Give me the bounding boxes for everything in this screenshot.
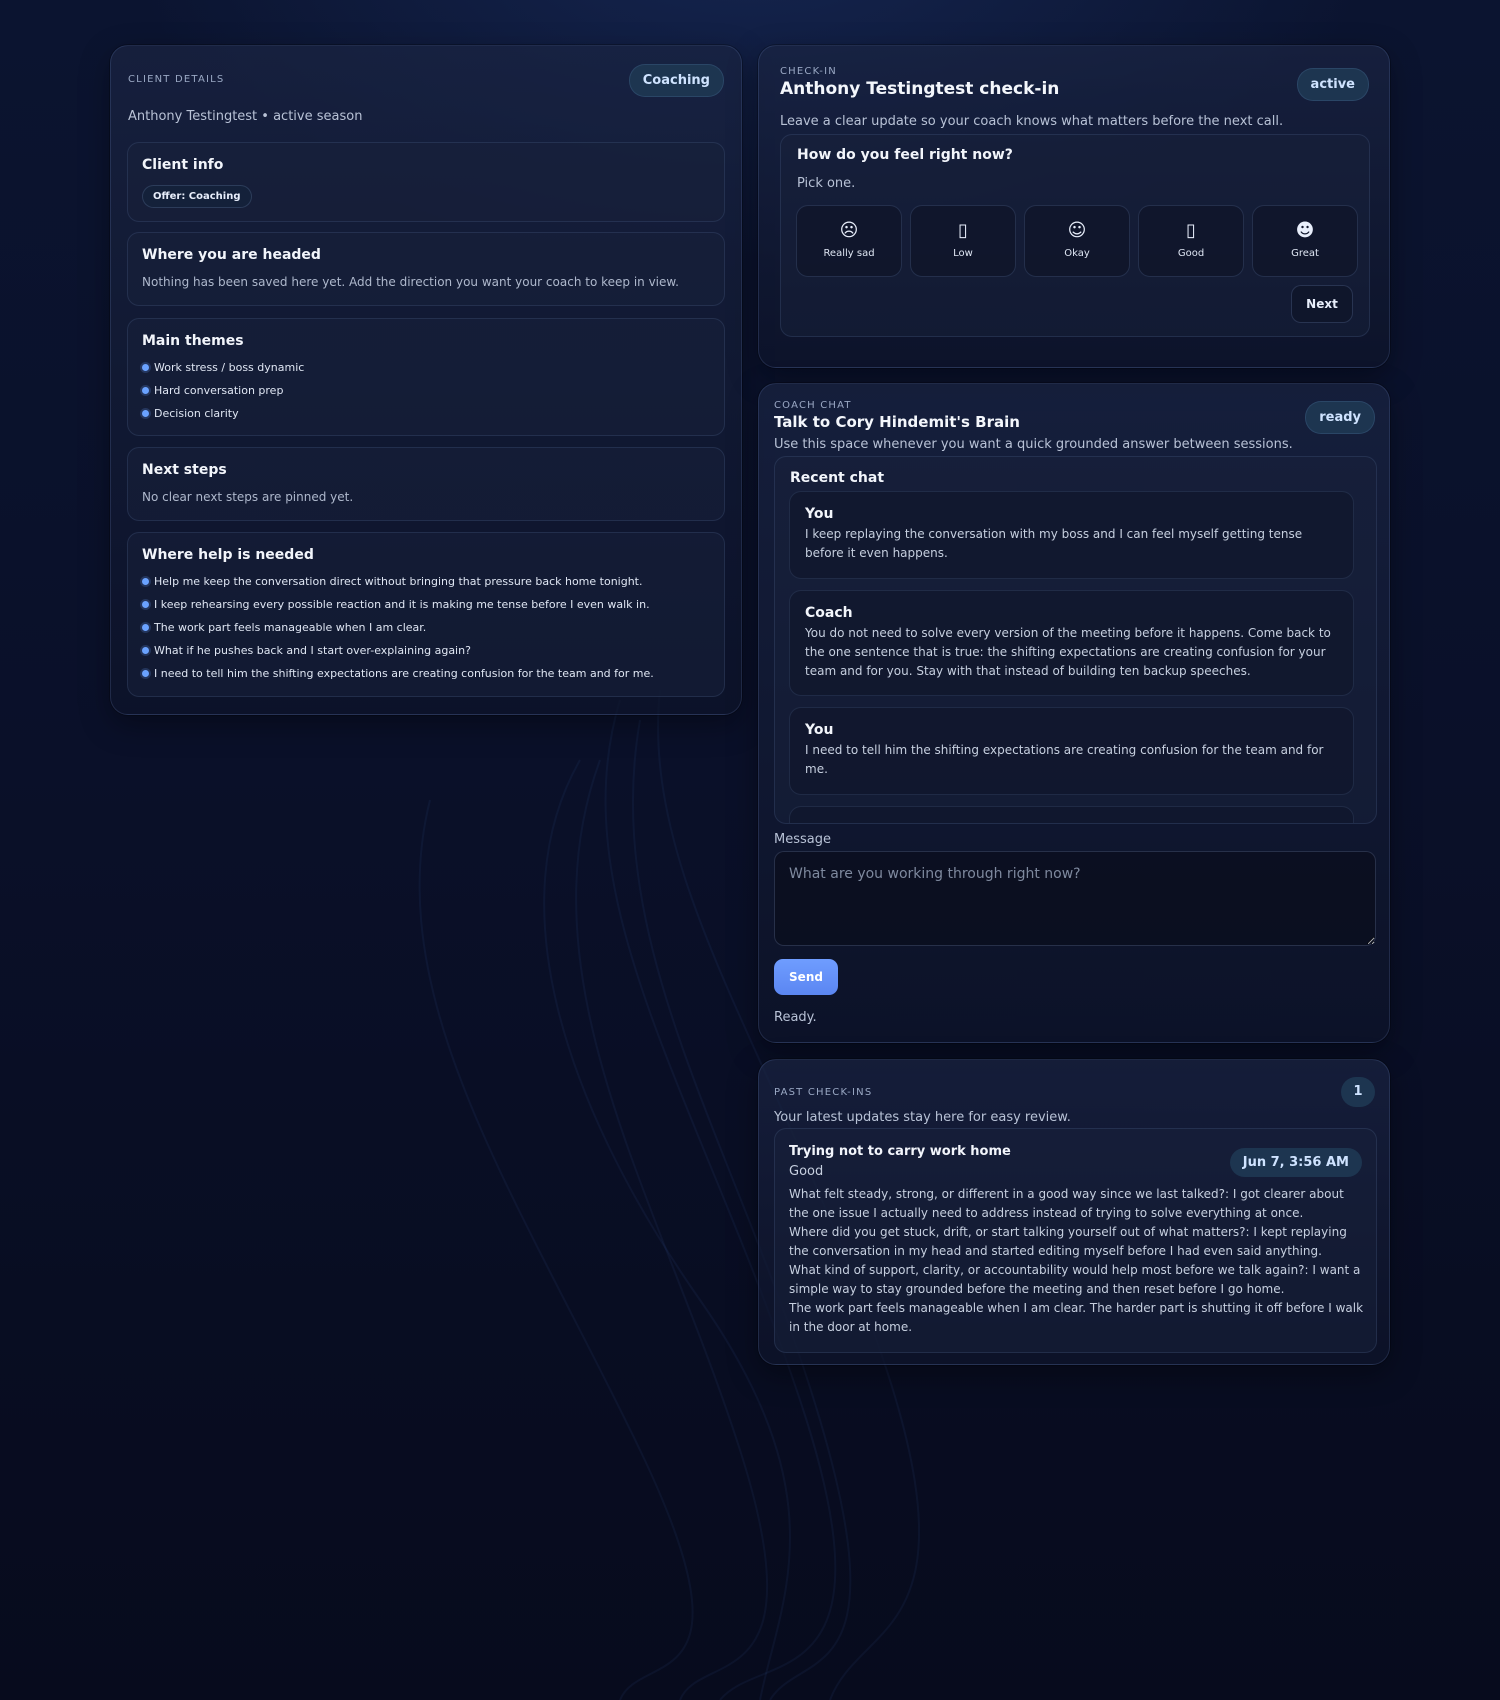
past-checkin-date-badge: Jun 7, 3:56 AM [1229, 1148, 1362, 1177]
mood-options: ☹ Really sad ▯ Low ☺ Okay ▯ Good ☻ Great [796, 205, 1358, 277]
chat-status-text: Ready. [774, 1010, 817, 1025]
theme-item: Hard conversation prep [142, 379, 710, 402]
send-button[interactable]: Send [774, 959, 838, 995]
great-face-icon: ☻ [1295, 220, 1315, 241]
offer-chip: Offer: Coaching [142, 185, 252, 208]
past-checkin-entry[interactable]: Trying not to carry work home Good Jun 7… [774, 1128, 1377, 1353]
message-text: I need to tell him the shifting expectat… [805, 743, 1324, 776]
program-badge: Coaching [628, 64, 724, 97]
message-author: Coach [805, 605, 853, 621]
headed-text: Nothing has been saved here yet. Add the… [142, 275, 679, 289]
help-item: I keep rehearsing every possible reactio… [142, 593, 710, 616]
client-details-eyebrow: CLIENT DETAILS [128, 74, 225, 85]
help-item: What if he pushes back and I start over-… [142, 639, 710, 662]
client-details-panel: CLIENT DETAILS Coaching Anthony Testingt… [110, 45, 742, 715]
message-label: Message [774, 832, 831, 847]
client-info-card: Client info Offer: Coaching [127, 142, 725, 222]
help-needed-list: Help me keep the conversation direct wit… [142, 570, 710, 685]
message-author: You [805, 506, 834, 522]
main-themes-list: Work stress / boss dynamic Hard conversa… [142, 356, 710, 425]
mood-question-card: How do you feel right now? Pick one. ☹ R… [780, 134, 1370, 337]
help-needed-title: Where help is needed [142, 547, 314, 563]
main-themes-card: Main themes Work stress / boss dynamic H… [127, 318, 725, 436]
mood-label: Good [1177, 248, 1205, 259]
recent-chat-title: Recent chat [790, 470, 885, 486]
coach-chat-title: Talk to Cory Hindemit's Brain [774, 413, 1020, 431]
okay-face-icon: ☺ [1067, 220, 1087, 241]
chat-message-user: You I need to tell him the shifting expe… [789, 707, 1354, 795]
good-face-icon: ▯ [1186, 220, 1196, 241]
client-subtitle: Anthony Testingtest • active season [128, 109, 363, 124]
message-text: You do not need to solve every version o… [805, 626, 1331, 678]
recent-chat-card[interactable]: Recent chat You I keep replaying the con… [774, 456, 1377, 824]
mood-label: Great [1291, 248, 1319, 259]
main-themes-title: Main themes [142, 333, 244, 349]
headed-title: Where you are headed [142, 247, 321, 263]
checkin-title: Anthony Testingtest check-in [780, 79, 1060, 99]
mood-label: Really sad [823, 248, 875, 259]
past-checkin-answer: What kind of support, clarity, or accoun… [789, 1263, 1361, 1296]
past-checkins-eyebrow: PAST CHECK-INS [774, 1087, 873, 1098]
past-checkin-answer: Where did you get stuck, drift, or start… [789, 1225, 1347, 1258]
past-checkin-answer: The work part feels manageable when I am… [789, 1301, 1364, 1334]
really-sad-face-icon: ☹ [839, 220, 859, 241]
chat-message-partial [789, 806, 1354, 823]
next-button[interactable]: Next [1291, 285, 1353, 323]
past-checkin-answer: What felt steady, strong, or different i… [789, 1187, 1344, 1220]
checkin-panel: CHECK-IN Anthony Testingtest check-in ac… [758, 45, 1390, 368]
next-steps-card: Next steps No clear next steps are pinne… [127, 447, 725, 521]
mood-hint: Pick one. [797, 176, 856, 191]
chat-message-coach: Coach You do not need to solve every ver… [789, 590, 1354, 696]
coach-chat-description: Use this space whenever you want a quick… [774, 437, 1293, 452]
low-face-icon: ▯ [958, 220, 968, 241]
help-item: The work part feels manageable when I am… [142, 616, 710, 639]
checkin-description: Leave a clear update so your coach knows… [780, 114, 1284, 129]
help-item: Help me keep the conversation direct wit… [142, 570, 710, 593]
past-checkins-panel: PAST CHECK-INS 1 Your latest updates sta… [758, 1059, 1390, 1365]
theme-item: Work stress / boss dynamic [142, 356, 710, 379]
past-checkin-title: Trying not to carry work home [789, 1144, 1011, 1159]
mood-option-good[interactable]: ▯ Good [1138, 205, 1244, 277]
chat-message-user: You I keep replaying the conversation wi… [789, 491, 1354, 579]
past-checkin-mood: Good [789, 1164, 824, 1179]
headed-card: Where you are headed Nothing has been sa… [127, 232, 725, 306]
mood-label: Low [953, 248, 973, 259]
next-steps-text: No clear next steps are pinned yet. [142, 490, 354, 504]
past-checkins-description: Your latest updates stay here for easy r… [774, 1110, 1071, 1125]
checkin-eyebrow: CHECK-IN [780, 66, 837, 77]
help-item: I need to tell him the shifting expectat… [142, 662, 710, 685]
coach-chat-eyebrow: COACH CHAT [774, 400, 852, 411]
past-checkin-body: What felt steady, strong, or different i… [789, 1185, 1367, 1337]
past-checkins-count-badge: 1 [1341, 1077, 1375, 1107]
message-input[interactable] [774, 851, 1376, 946]
mood-option-really-sad[interactable]: ☹ Really sad [796, 205, 902, 277]
mood-option-low[interactable]: ▯ Low [910, 205, 1016, 277]
checkin-status-badge: active [1296, 68, 1369, 101]
mood-question: How do you feel right now? [797, 147, 1013, 163]
theme-item: Decision clarity [142, 402, 710, 425]
chat-status-badge: ready [1305, 401, 1375, 434]
message-text: I keep replaying the conversation with m… [805, 527, 1303, 560]
mood-option-okay[interactable]: ☺ Okay [1024, 205, 1130, 277]
message-author: You [805, 722, 834, 738]
mood-label: Okay [1064, 248, 1090, 259]
client-info-title: Client info [142, 157, 224, 173]
help-needed-card: Where help is needed Help me keep the co… [127, 532, 725, 697]
mood-option-great[interactable]: ☻ Great [1252, 205, 1358, 277]
next-steps-title: Next steps [142, 462, 227, 478]
coach-chat-panel: COACH CHAT Talk to Cory Hindemit's Brain… [758, 383, 1390, 1043]
